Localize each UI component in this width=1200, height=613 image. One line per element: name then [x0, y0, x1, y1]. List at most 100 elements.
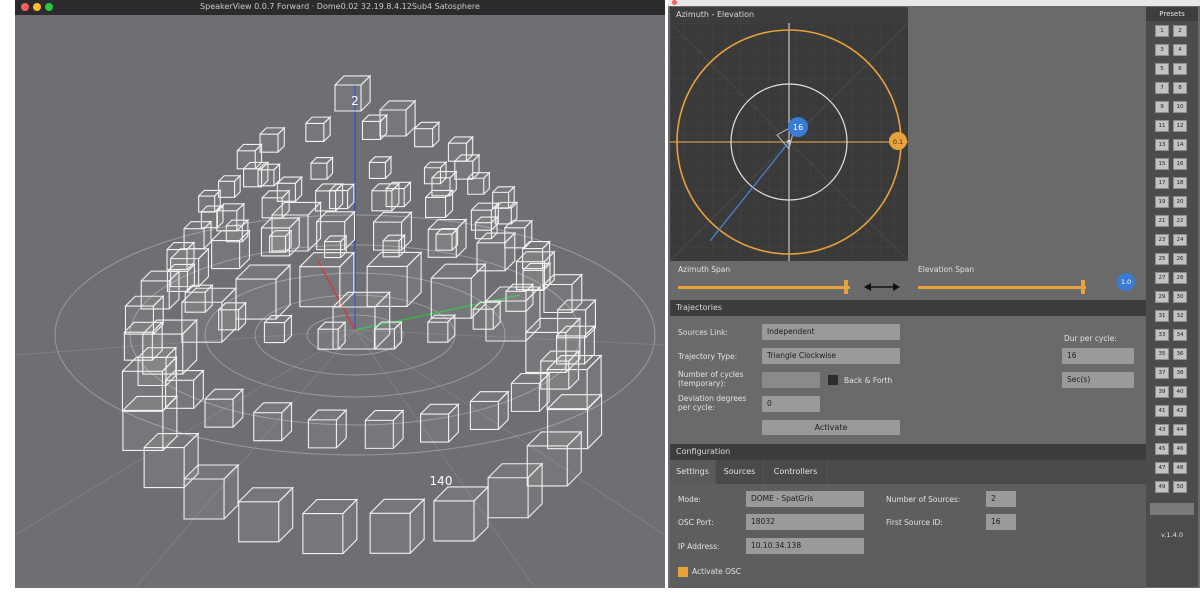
dur-unit-select[interactable]: Sec(s)	[1062, 372, 1134, 388]
preset-button[interactable]: 26	[1173, 253, 1187, 265]
speaker-cube[interactable]	[492, 185, 516, 209]
preset-button[interactable]: 12	[1173, 120, 1187, 132]
preset-button[interactable]: 2	[1173, 25, 1187, 37]
speaker-cube[interactable]	[505, 283, 535, 312]
deviation-input[interactable]: 0	[762, 396, 820, 412]
preset-button[interactable]: 8	[1173, 82, 1187, 94]
preset-button[interactable]: 29	[1155, 291, 1169, 303]
speaker-cube[interactable]	[414, 121, 441, 148]
speaker-cube[interactable]	[198, 189, 222, 213]
tab-settings[interactable]: Settings	[670, 460, 716, 484]
speaker-cube[interactable]	[379, 99, 417, 137]
preset-button[interactable]: 28	[1173, 272, 1187, 284]
speaker-cube[interactable]	[259, 126, 286, 153]
preset-button[interactable]: 39	[1155, 386, 1169, 398]
source-marker[interactable]: 16	[788, 117, 808, 137]
speaker-cube[interactable]	[510, 372, 551, 412]
preset-button[interactable]: 44	[1173, 424, 1187, 436]
preset-button[interactable]: 22	[1173, 215, 1187, 227]
minimize-button[interactable]	[33, 3, 41, 11]
sources-link-select[interactable]: Independent	[762, 324, 900, 340]
elevation-span-thumb[interactable]	[1081, 280, 1085, 294]
speaker-cube[interactable]	[474, 215, 499, 240]
preset-button[interactable]: 1	[1155, 25, 1169, 37]
center-speaker[interactable]	[332, 290, 392, 350]
speaker-cube[interactable]	[557, 298, 597, 339]
speaker-cube[interactable]	[469, 390, 510, 431]
speaker-cube[interactable]	[435, 227, 459, 251]
preset-button[interactable]: 37	[1155, 367, 1169, 379]
preset-button[interactable]: 33	[1155, 329, 1169, 341]
speaker-cube[interactable]	[433, 485, 490, 542]
speaker-cube[interactable]	[431, 170, 458, 197]
speaker-cube[interactable]	[487, 462, 544, 519]
preset-button[interactable]: 41	[1155, 405, 1169, 417]
speaker-cube[interactable]	[225, 218, 250, 243]
preset-button[interactable]: 50	[1173, 481, 1187, 493]
preset-button[interactable]: 10	[1173, 101, 1187, 113]
preset-button[interactable]: 17	[1155, 177, 1169, 189]
speaker-cube[interactable]	[276, 175, 304, 202]
preset-button[interactable]: 14	[1173, 139, 1187, 151]
preset-button[interactable]: 9	[1155, 101, 1169, 113]
trajectory-type-select[interactable]: Triangle Clockwise	[762, 348, 900, 364]
elevation-badge[interactable]: 1.0	[1117, 273, 1135, 291]
first-source-input[interactable]: 16	[986, 514, 1016, 530]
tab-sources[interactable]: Sources	[716, 460, 764, 484]
preset-button[interactable]: 25	[1155, 253, 1169, 265]
speaker-cube[interactable]	[420, 402, 460, 443]
preset-button[interactable]: 45	[1155, 443, 1169, 455]
speaker-cube[interactable]	[253, 401, 293, 442]
speaker-cube[interactable]	[522, 240, 551, 270]
presets-scrollbar[interactable]	[1150, 503, 1194, 515]
activate-osc-checkbox[interactable]	[678, 567, 688, 577]
preset-button[interactable]: 11	[1155, 120, 1169, 132]
orange-handle[interactable]: 0.1	[889, 132, 907, 150]
preset-button[interactable]: 20	[1173, 196, 1187, 208]
preset-button[interactable]: 42	[1173, 405, 1187, 417]
speaker-cube[interactable]	[369, 497, 426, 554]
speaker-cube[interactable]	[218, 301, 247, 331]
preset-button[interactable]: 16	[1173, 158, 1187, 170]
speaker-cube[interactable]	[427, 313, 457, 343]
preset-button[interactable]: 48	[1173, 462, 1187, 474]
preset-button[interactable]: 32	[1173, 310, 1187, 322]
preset-button[interactable]: 15	[1155, 158, 1169, 170]
preset-button[interactable]: 4	[1173, 44, 1187, 56]
preset-button[interactable]: 47	[1155, 462, 1169, 474]
preset-button[interactable]: 6	[1173, 63, 1187, 75]
preset-button[interactable]: 30	[1173, 291, 1187, 303]
preset-button[interactable]: 38	[1173, 367, 1187, 379]
speaker-cube[interactable]	[271, 201, 322, 252]
preset-button[interactable]: 18	[1173, 177, 1187, 189]
zoom-button[interactable]	[45, 3, 53, 11]
preset-button[interactable]: 40	[1173, 386, 1187, 398]
preset-button[interactable]: 46	[1173, 443, 1187, 455]
speaker-cube[interactable]	[447, 135, 475, 162]
close-button[interactable]	[672, 0, 677, 5]
speaker-cube[interactable]	[204, 388, 245, 428]
speaker-cube[interactable]	[364, 409, 405, 449]
preset-button[interactable]: 19	[1155, 196, 1169, 208]
speaker-cube[interactable]	[382, 233, 406, 258]
preset-button[interactable]: 49	[1155, 481, 1169, 493]
tab-controllers[interactable]: Controllers	[764, 460, 828, 484]
preset-button[interactable]: 34	[1173, 329, 1187, 341]
preset-button[interactable]: 7	[1155, 82, 1169, 94]
speaker-cube[interactable]	[324, 234, 348, 259]
speaker-cube[interactable]	[302, 498, 359, 555]
close-button[interactable]	[21, 3, 29, 11]
speaker-cube[interactable]	[368, 155, 393, 179]
preset-button[interactable]: 3	[1155, 44, 1169, 56]
mode-select[interactable]: DOME - SpatGris	[746, 491, 864, 507]
speaker-cube[interactable]	[385, 180, 412, 208]
preset-button[interactable]: 23	[1155, 234, 1169, 246]
preset-button[interactable]: 21	[1155, 215, 1169, 227]
speaker-cube[interactable]	[238, 486, 295, 543]
speaker-cube[interactable]	[305, 115, 332, 142]
elevation-span-slider[interactable]	[918, 286, 1086, 289]
preset-button[interactable]: 5	[1155, 63, 1169, 75]
speaker-3d-view[interactable]: 2 140	[15, 15, 665, 588]
cycles-input[interactable]	[762, 372, 820, 388]
preset-button[interactable]: 43	[1155, 424, 1169, 436]
